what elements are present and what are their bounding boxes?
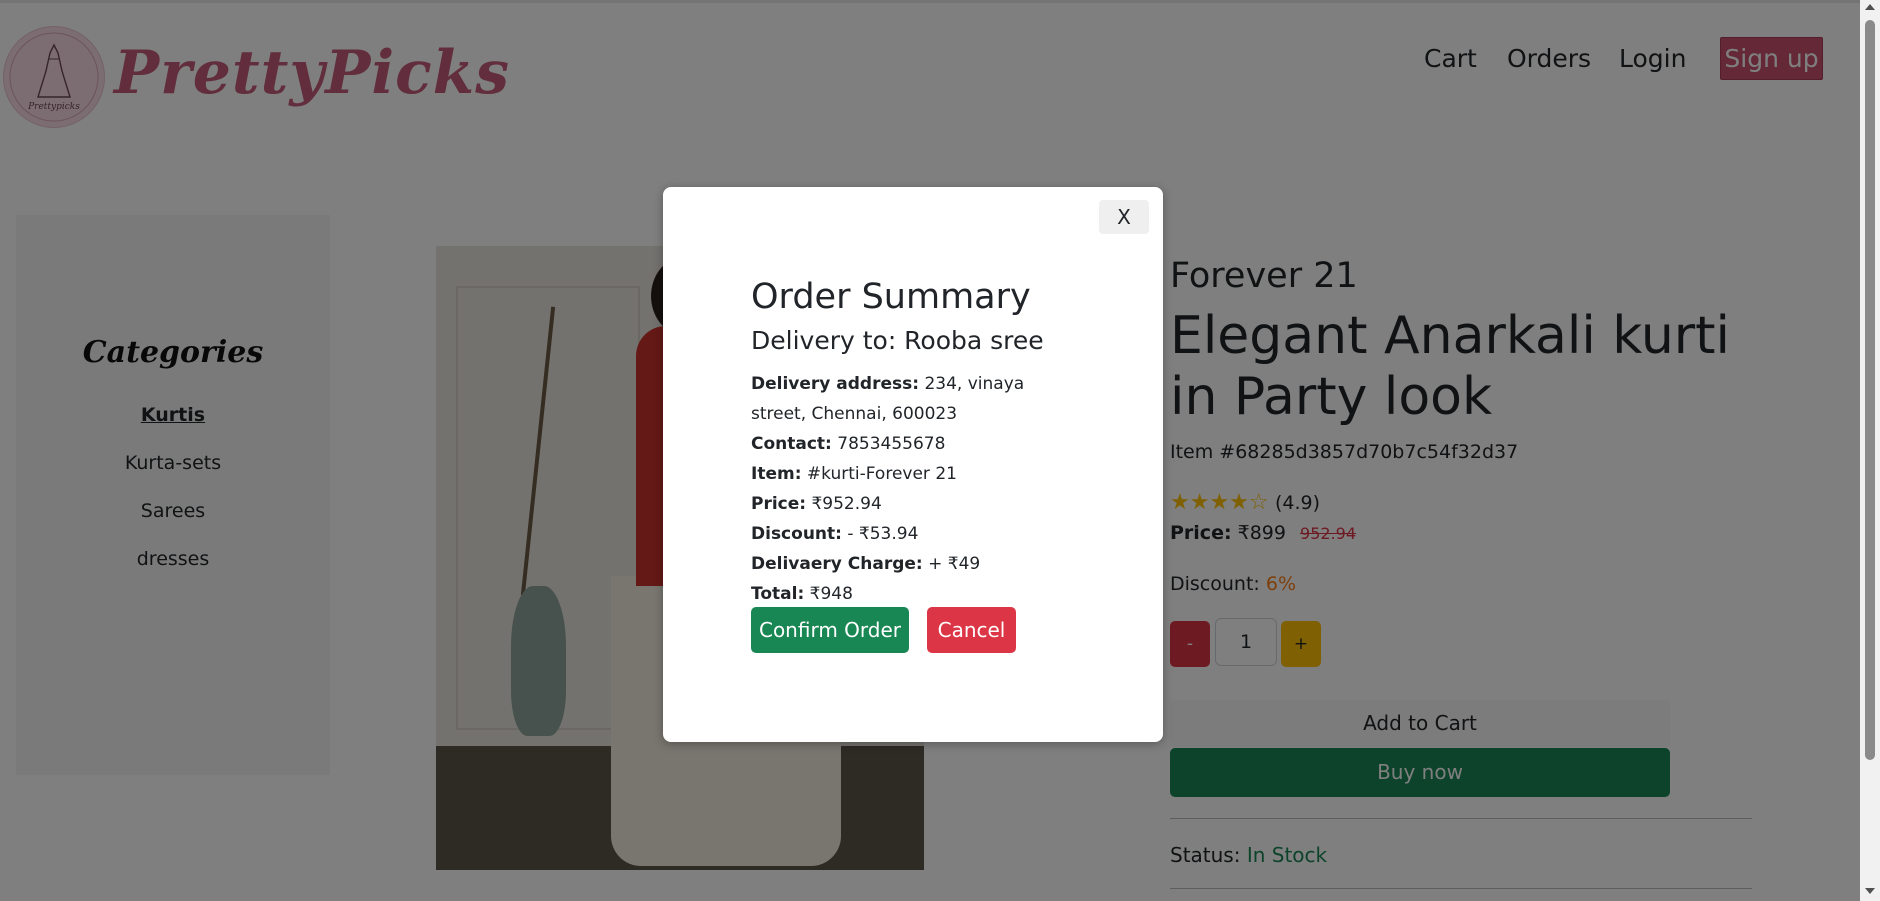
order-discount-label: Discount: <box>751 524 842 544</box>
order-price-label: Price: <box>751 494 807 514</box>
address-label: Delivery address: <box>751 374 920 394</box>
total-label: Total: <box>751 584 805 604</box>
delivery-charge-label: Delivaery Charge: <box>751 554 923 574</box>
total-value: ₹948 <box>809 584 853 604</box>
scroll-down-arrow-icon[interactable] <box>1865 888 1875 894</box>
scroll-up-arrow-icon[interactable] <box>1865 4 1875 10</box>
order-price-value: ₹952.94 <box>811 494 882 514</box>
delivery-to: Delivery to: Rooba sree <box>751 326 1044 355</box>
order-price: Price: ₹952.94 <box>751 489 1081 519</box>
order-discount: Discount: - ₹53.94 <box>751 519 1081 549</box>
contact: Contact: 7853455678 <box>751 429 1081 459</box>
item-label: Item: <box>751 464 802 484</box>
close-button[interactable]: X <box>1099 200 1149 234</box>
contact-label: Contact: <box>751 434 832 454</box>
order-summary-modal: X Order Summary Delivery to: Rooba sree … <box>663 187 1163 742</box>
delivery-address: Delivery address: 234, vinaya street, Ch… <box>751 369 1081 429</box>
modal-title: Order Summary <box>751 277 1031 317</box>
delivery-charge: Delivaery Charge: + ₹49 <box>751 549 1081 579</box>
contact-value: 7853455678 <box>837 434 946 454</box>
scroll-thumb[interactable] <box>1865 20 1875 760</box>
page-scrollbar[interactable] <box>1860 0 1880 901</box>
delivery-charge-value: + ₹49 <box>928 554 981 574</box>
order-discount-value: - ₹53.94 <box>847 524 919 544</box>
item-value: #kurti-Forever 21 <box>806 464 957 484</box>
order-total: Total: ₹948 <box>751 579 1081 609</box>
confirm-order-button[interactable]: Confirm Order <box>751 607 909 653</box>
cancel-button[interactable]: Cancel <box>927 607 1016 653</box>
order-item: Item: #kurti-Forever 21 <box>751 459 1081 489</box>
